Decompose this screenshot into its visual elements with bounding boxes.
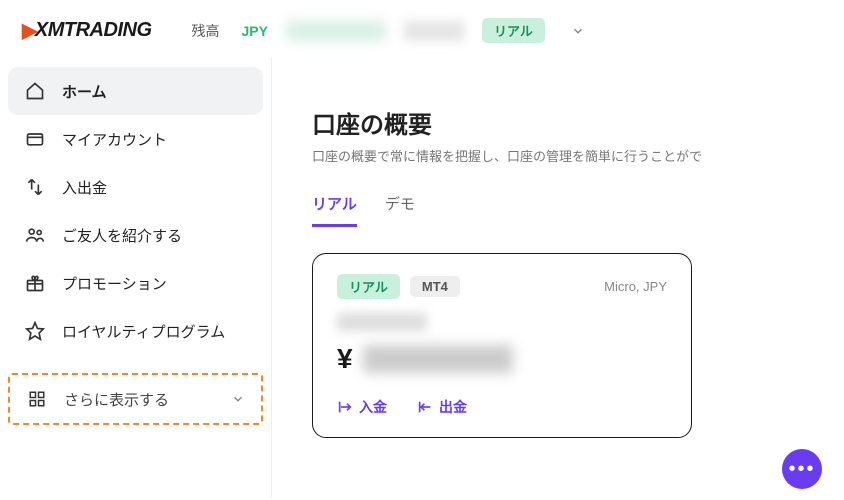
card-account-id-hidden [337,313,427,331]
sidebar: ホーム マイアカウント 入出金 ご友人を紹介する プロモーション [0,57,272,497]
card-account-type: Micro, JPY [604,279,667,294]
logo-text: XMTRADING [35,19,152,42]
home-icon [24,80,46,102]
page-title: 口座の概要 [312,105,844,140]
show-more-label: さらに表示する [64,389,169,410]
tab-demo[interactable]: デモ [385,193,415,227]
dots-icon: ••• [788,458,815,481]
card-badge-real: リアル [337,274,400,299]
sidebar-item-home[interactable]: ホーム [8,67,263,115]
chevron-down-icon[interactable] [571,24,585,38]
grid-icon [26,388,48,410]
tab-real[interactable]: リアル [312,193,357,227]
balance-extra-hidden [404,21,464,41]
balance-value-hidden [286,21,386,41]
deposit-icon [337,399,353,415]
sidebar-item-myaccount[interactable]: マイアカウント [8,115,263,163]
logo: ▶ XMTRADING [22,18,152,43]
balance-label: 残高 [192,21,220,41]
chevron-down-icon [231,392,245,406]
transfer-icon [24,176,46,198]
deposit-button[interactable]: 入金 [337,397,387,417]
sidebar-item-loyalty[interactable]: ロイヤルティプログラム [8,307,263,355]
page-subtitle: 口座の概要で常に情報を把握し、口座の管理を簡単に行うことがで [312,146,844,165]
sidebar-item-promotion[interactable]: プロモーション [8,259,263,307]
sidebar-item-funds[interactable]: 入出金 [8,163,263,211]
sidebar-show-more[interactable]: さらに表示する [8,373,263,425]
yen-symbol: ¥ [337,343,353,375]
sidebar-item-label: ご友人を紹介する [62,225,182,246]
star-icon [24,320,46,342]
sidebar-item-label: プロモーション [62,273,167,294]
card-badge-platform: MT4 [410,276,460,297]
account-card: リアル MT4 Micro, JPY ¥ 入金 [312,253,692,438]
account-tabs: リアル デモ [312,193,844,227]
content: 口座の概要 口座の概要で常に情報を把握し、口座の管理を簡単に行うことがで リアル… [272,57,844,497]
sidebar-item-label: ロイヤルティプログラム [62,321,225,342]
sidebar-item-label: マイアカウント [62,129,167,150]
topbar: ▶ XMTRADING 残高 JPY リアル [0,0,844,57]
sidebar-item-label: 入出金 [62,177,107,198]
withdraw-icon [417,399,433,415]
card-balance-hidden [363,345,513,373]
account-badge-real[interactable]: リアル [482,18,545,43]
people-icon [24,224,46,246]
sidebar-item-label: ホーム [62,81,107,102]
withdraw-label: 出金 [439,397,467,417]
withdraw-button[interactable]: 出金 [417,397,467,417]
balance-currency: JPY [242,23,268,39]
gift-icon [24,272,46,294]
sidebar-item-refer[interactable]: ご友人を紹介する [8,211,263,259]
more-actions-button[interactable]: ••• [782,449,822,489]
deposit-label: 入金 [359,397,387,417]
card-icon [24,128,46,150]
